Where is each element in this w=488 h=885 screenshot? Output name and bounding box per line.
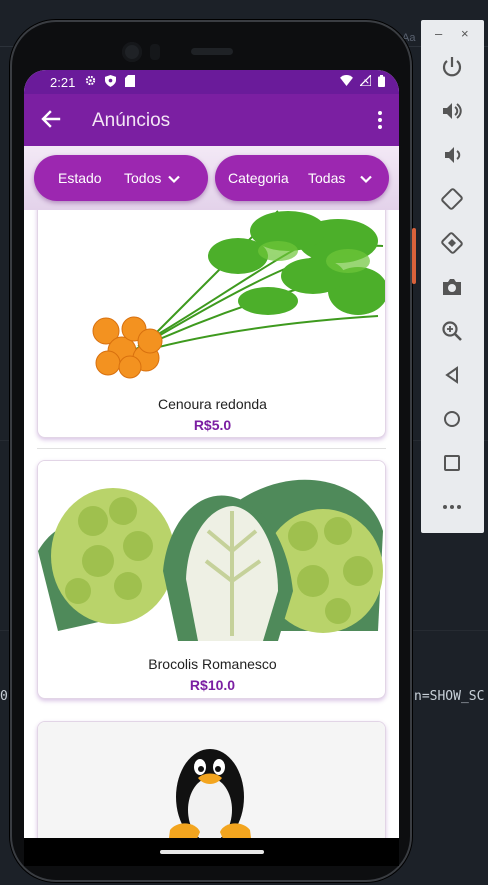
list-divider (37, 448, 386, 449)
rotate-left-icon[interactable] (440, 187, 464, 211)
more-horiz-icon[interactable] (440, 495, 464, 519)
romanesco-broccoli-photo (38, 461, 385, 646)
signal-icon (358, 73, 372, 89)
listing-card[interactable]: Brocolis Romanesco R$10.0 (37, 460, 386, 699)
wifi-icon (340, 75, 353, 89)
more-vert-icon[interactable] (377, 110, 383, 130)
category-filter-value: Todas (308, 170, 346, 186)
ide-code-left: 0 (0, 689, 8, 704)
filter-bar: Estado Todos Categoria Todas (24, 146, 399, 210)
overview-square-icon[interactable] (440, 451, 464, 475)
close-button[interactable]: × (461, 26, 469, 41)
linux-penguin-photo (38, 722, 385, 838)
gear-icon (85, 75, 96, 89)
listing-title: Cenoura redonda (158, 396, 267, 412)
zoom-icon[interactable] (440, 319, 464, 343)
volume-up-icon[interactable] (440, 99, 464, 123)
ide-code-right: n=SHOW_SC (414, 689, 485, 704)
sd-card-icon (125, 74, 136, 90)
chevron-down-icon (168, 172, 180, 184)
camera-icon[interactable] (440, 275, 464, 299)
app-screen: 2:21 Anúncios Estado Todos Categoria Tod… (24, 70, 399, 838)
status-bar: 2:21 (24, 70, 399, 94)
volume-down-icon[interactable] (440, 143, 464, 167)
listing-card[interactable] (37, 721, 386, 838)
page-title: Anúncios (92, 110, 171, 131)
emulator-toolbar: – × (421, 20, 484, 533)
battery-icon (378, 74, 385, 90)
earpiece-speaker (191, 48, 233, 55)
listing-card[interactable]: Cenoura redonda R$5.0 (37, 210, 386, 438)
minimize-button[interactable]: – (435, 26, 442, 41)
sensor (150, 44, 160, 60)
state-filter-label: Estado (58, 170, 102, 186)
arrow-left-icon[interactable] (40, 108, 62, 130)
power-icon[interactable] (440, 55, 464, 79)
listing-price: R$5.0 (193, 417, 232, 433)
home-gesture-pill[interactable] (160, 850, 264, 854)
phone-side-button[interactable] (412, 228, 416, 284)
listing-title: Brocolis Romanesco (148, 656, 277, 672)
chevron-down-icon (360, 172, 372, 184)
status-time: 2:21 (50, 74, 76, 90)
state-filter-dropdown[interactable]: Estado Todos (34, 155, 208, 201)
state-filter-value: Todos (124, 170, 162, 186)
listing-price: R$10.0 (189, 677, 236, 693)
back-triangle-icon[interactable] (440, 363, 464, 387)
home-circle-icon[interactable] (440, 407, 464, 431)
shield-icon (105, 74, 117, 90)
category-filter-label: Categoria (228, 170, 289, 186)
category-filter-dropdown[interactable]: Categoria Todas (215, 155, 389, 201)
rotate-right-icon[interactable] (440, 231, 464, 255)
listing-list[interactable]: Cenoura redonda R$5.0 Brocolis Romanesco… (24, 210, 399, 838)
app-bar: Anúncios (24, 94, 399, 146)
carrots-photo (38, 210, 385, 386)
front-camera (122, 42, 142, 62)
